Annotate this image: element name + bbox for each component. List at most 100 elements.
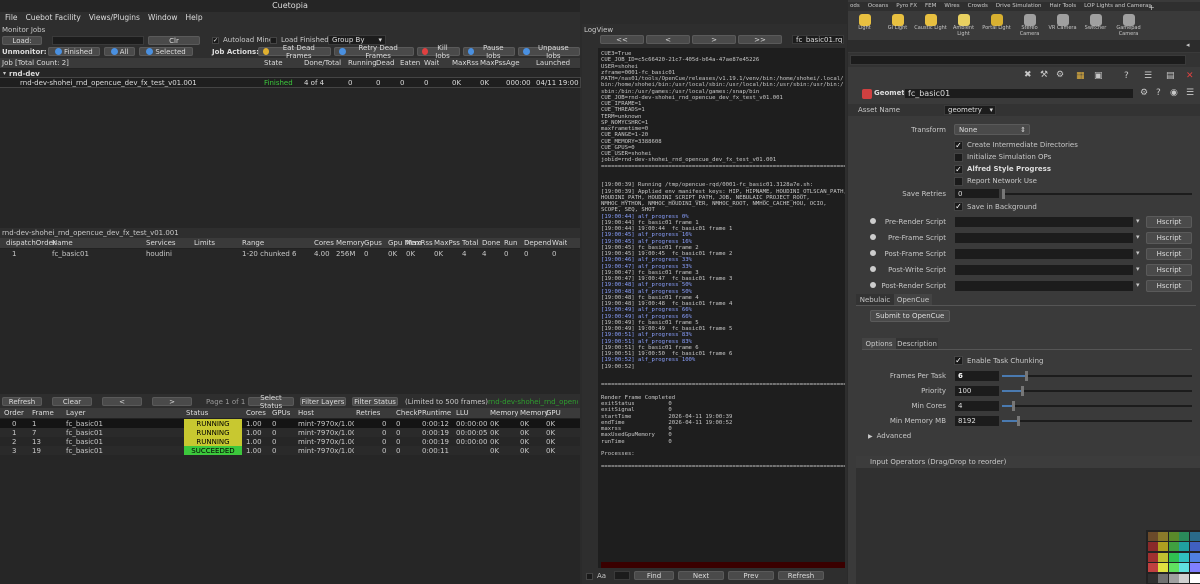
chevron-left-icon[interactable]: ◂ (1186, 41, 1190, 49)
shelf-tab-lop-lights-and-cameras[interactable]: LOP Lights and Cameras (1084, 2, 1151, 11)
script-field[interactable] (954, 264, 1134, 276)
menu-item-cuebot-facility[interactable]: Cuebot Facility (26, 13, 81, 23)
match-case-checkbox[interactable]: Aa (586, 572, 606, 580)
first-page-button[interactable]: << (600, 35, 644, 44)
script-field[interactable] (954, 216, 1134, 228)
frames-col-llu[interactable]: LLU (454, 408, 469, 418)
chevron-down-icon[interactable]: ▾ (1136, 265, 1140, 273)
color-swatch[interactable] (1148, 563, 1158, 573)
bullet-icon[interactable] (870, 266, 876, 272)
asset-name-select[interactable]: geometry ▾ (944, 105, 996, 115)
submit-to-opencue-button[interactable]: Submit to OpenCue (870, 310, 950, 322)
next-button[interactable]: Next (678, 571, 724, 580)
kill-jobs-button[interactable]: Kill Jobs (416, 44, 460, 60)
layers-col-maxpss[interactable]: MaxPss (432, 238, 460, 248)
layers-col-dispatchorder[interactable]: dispatchOrder (4, 238, 56, 248)
shelf-tool-gamepad-camera[interactable]: Gamepad Camera (1112, 12, 1145, 38)
frames-col-memory[interactable]: Memory (488, 408, 518, 418)
chevron-down-icon[interactable]: ▾ (1136, 249, 1140, 257)
jobs-col-job-total-count-2-[interactable]: Job [Total Count: 2] (0, 58, 69, 68)
layers-col-gpus[interactable]: Gpus (362, 238, 382, 248)
jobs-col-state[interactable]: State (262, 58, 283, 68)
jobs-col-wait[interactable]: Wait (422, 58, 439, 68)
frame-row[interactable]: 1 7 fc_basic01 RUNNING 1.00 0 mint-7970x/1.00.… (0, 428, 580, 437)
slider-handle[interactable] (1017, 416, 1021, 426)
script-field[interactable] (954, 248, 1134, 260)
retry-dead-frames-button[interactable]: Retry Dead Frames (334, 44, 414, 60)
next-page-button[interactable]: > (692, 35, 736, 44)
color-swatch[interactable] (1179, 573, 1190, 583)
prev-button[interactable]: Prev (728, 571, 774, 580)
chevron-down-icon[interactable]: ▾ (1136, 217, 1140, 225)
grid-icon[interactable]: ▦ (1076, 71, 1085, 81)
color-swatch[interactable] (1179, 532, 1190, 541)
unmonitor-all-button[interactable]: All (103, 47, 136, 56)
layer-row[interactable]: 1 fc_basic01 houdini 1-20 chunked 6 4.00 256M… (0, 249, 580, 258)
node-name-field[interactable]: fc_basic01 (904, 88, 1134, 99)
tab-description[interactable]: Description (896, 338, 938, 349)
param-field[interactable]: 6 (954, 370, 1000, 382)
color-swatch[interactable] (1158, 563, 1169, 573)
gear-icon[interactable]: ⚙ (1056, 70, 1064, 80)
color-swatch[interactable] (1148, 542, 1158, 552)
chevron-down-icon[interactable]: ▾ (1136, 233, 1140, 241)
jobs-col-age[interactable]: Age (504, 58, 520, 68)
load-input[interactable] (52, 36, 144, 45)
shelf-tool-switcher[interactable]: Switcher (1079, 12, 1112, 38)
help-icon[interactable]: ? (1124, 71, 1129, 81)
script-field[interactable] (954, 232, 1134, 244)
save-retries-field[interactable]: 0 (954, 188, 1000, 199)
load-button[interactable]: Load: (2, 36, 42, 45)
info-icon[interactable]: ▣ (1094, 71, 1103, 81)
layers-col-services[interactable]: Services (144, 238, 176, 248)
script-language-select[interactable]: Hscript (1146, 216, 1192, 228)
log-search-input[interactable] (614, 571, 630, 580)
filter-status-button[interactable]: Filter Status (352, 397, 398, 406)
layers-col-maxrss[interactable]: MaxRss (404, 238, 433, 248)
find-button[interactable]: Find (634, 571, 674, 580)
color-swatch[interactable] (1158, 573, 1169, 583)
slider-handle[interactable] (1021, 386, 1024, 396)
color-swatch[interactable] (1168, 542, 1179, 552)
list-icon[interactable]: ☰ (1144, 71, 1152, 81)
select-status-button[interactable]: Select Status (248, 394, 294, 410)
frames-col-layer[interactable]: Layer (64, 408, 86, 418)
plus-icon[interactable]: + (1148, 3, 1155, 12)
frames-col-gpus[interactable]: GPUs (270, 408, 290, 418)
param-field[interactable]: 8192 (954, 415, 1000, 427)
menu-item-views-plugins[interactable]: Views/Plugins (89, 13, 140, 23)
frames-col-order[interactable]: Order (2, 408, 24, 418)
shelf-tool-light[interactable]: Light (848, 12, 881, 38)
color-swatch[interactable] (1189, 542, 1200, 552)
log-file-select[interactable]: fc_basic01.rqlog (792, 35, 844, 44)
clear-button[interactable]: Clear (52, 397, 92, 406)
color-swatch[interactable] (1148, 573, 1158, 583)
jobs-col-done-total[interactable]: Done/Total (302, 58, 341, 68)
slider-handle[interactable] (1011, 401, 1015, 411)
gear-icon[interactable]: ⚙ (1140, 88, 1148, 98)
transform-select[interactable]: None ⇕ (954, 124, 1030, 135)
unmonitor-selected-button[interactable]: Selected (139, 47, 193, 56)
shelf-tab-pyro-fx[interactable]: Pyro FX (896, 2, 917, 11)
tools-icon[interactable]: ✖ (1024, 70, 1032, 80)
next-page-button[interactable]: > (152, 397, 192, 406)
layers-col-cores[interactable]: Cores (312, 238, 334, 248)
checkbox-alfred-style-progress[interactable]: ✓ Alfred Style Progress (954, 163, 1078, 175)
jobs-col-launched[interactable]: Launched (534, 58, 570, 68)
color-swatch[interactable] (1179, 563, 1190, 573)
frames-col-host[interactable]: Host (296, 408, 314, 418)
tab-options[interactable]: Options (862, 338, 896, 349)
layers-col-run[interactable]: Run (502, 238, 517, 248)
param-slider[interactable] (1002, 386, 1192, 396)
last-page-button[interactable]: >> (738, 35, 782, 44)
shelf-tool-stereo-camera[interactable]: Stereo Camera (1013, 12, 1046, 38)
slider-handle[interactable] (1024, 371, 1028, 381)
layers-col-depend[interactable]: Depend (522, 238, 551, 248)
shelf-tab-oceans[interactable]: Oceans (868, 2, 888, 11)
unmonitor-finished-button[interactable]: Finished (48, 47, 100, 56)
frame-row[interactable]: 2 13 fc_basic01 RUNNING 1.00 0 mint-7970x/1.0 0… (0, 437, 580, 446)
shelf-tool-caustic-light[interactable]: Caustic Light (914, 12, 947, 38)
color-swatch[interactable] (1189, 552, 1200, 562)
network-path-field[interactable] (850, 55, 1186, 65)
checkbox-create-intermediate-directories[interactable]: ✓ Create Intermediate Directories (954, 139, 1078, 151)
